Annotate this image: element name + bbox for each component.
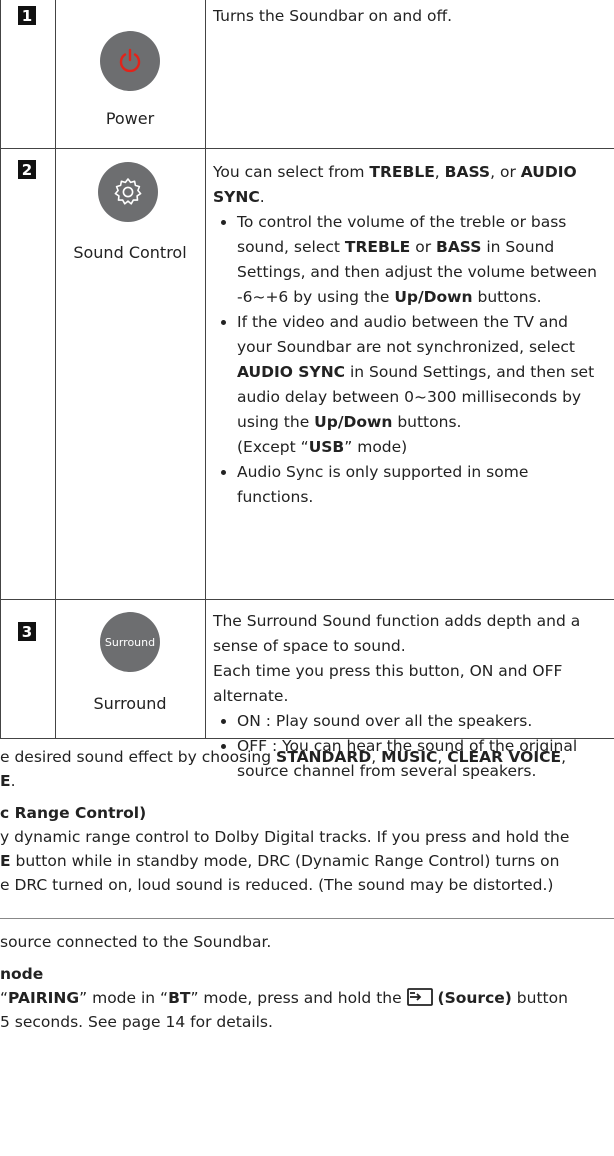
list-item: Audio Sync is only supported in some fun… xyxy=(237,460,605,510)
table-row: 3 Surround Surround The Surround Sound f… xyxy=(0,599,614,780)
source-section: source connected to the Soundbar. node “… xyxy=(0,930,614,1034)
list-item: ON : Play sound over all the speakers. xyxy=(237,709,605,734)
row-number-badge: 3 xyxy=(18,622,36,641)
description-text: Turns the Soundbar on and off. xyxy=(213,7,453,25)
power-description: Turns the Soundbar on and off. xyxy=(213,4,605,29)
divider xyxy=(0,918,614,919)
surround-button-text: Surround xyxy=(104,635,156,649)
body-text: source connected to the Soundbar. xyxy=(0,933,272,951)
row-number-badge: 1 xyxy=(18,6,36,25)
power-icon xyxy=(119,48,141,73)
description-intro: You can select from TREBLE, BASS, or AUD… xyxy=(213,163,577,206)
mode-heading: node xyxy=(0,965,44,983)
list-item: To control the volume of the treble or b… xyxy=(237,210,605,310)
sound-control-description: You can select from TREBLE, BASS, or AUD… xyxy=(213,160,605,510)
description-para: The Surround Sound function adds depth a… xyxy=(213,612,581,655)
body-text: 5 seconds. See page 14 for details. xyxy=(0,1013,273,1031)
sound-control-button[interactable] xyxy=(98,162,158,222)
sound-effect-section: e desired sound effect by choosing STAND… xyxy=(0,745,614,897)
power-button[interactable] xyxy=(100,31,160,91)
drc-heading: c Range Control) xyxy=(0,804,147,822)
body-text: e DRC turned on, loud sound is reduced. … xyxy=(0,876,554,894)
body-text: E. xyxy=(0,772,16,790)
gear-icon xyxy=(114,178,142,205)
power-label: Power xyxy=(105,109,155,128)
sound-control-label: Sound Control xyxy=(73,243,187,262)
description-para: Each time you press this button, ON and … xyxy=(213,662,563,705)
table-row: 2 Sound Control You can select from TREB… xyxy=(0,148,614,600)
body-text: y dynamic range control to Dolby Digital… xyxy=(0,828,570,846)
body-text: E button while in standby mode, DRC (Dyn… xyxy=(0,852,560,870)
list-item: If the video and audio between the TV an… xyxy=(237,310,605,460)
body-text: “PAIRING” mode in “BT” mode, press and h… xyxy=(0,988,568,1007)
description-bullets: To control the volume of the treble or b… xyxy=(213,210,605,510)
surround-label: Surround xyxy=(93,694,167,713)
source-icon xyxy=(406,988,433,1006)
row-number-badge: 2 xyxy=(18,160,36,179)
body-text: e desired sound effect by choosing STAND… xyxy=(0,748,566,766)
surround-button[interactable]: Surround xyxy=(100,612,160,672)
table-row: 1 Power Turns the Soundbar on and off. xyxy=(0,0,614,149)
